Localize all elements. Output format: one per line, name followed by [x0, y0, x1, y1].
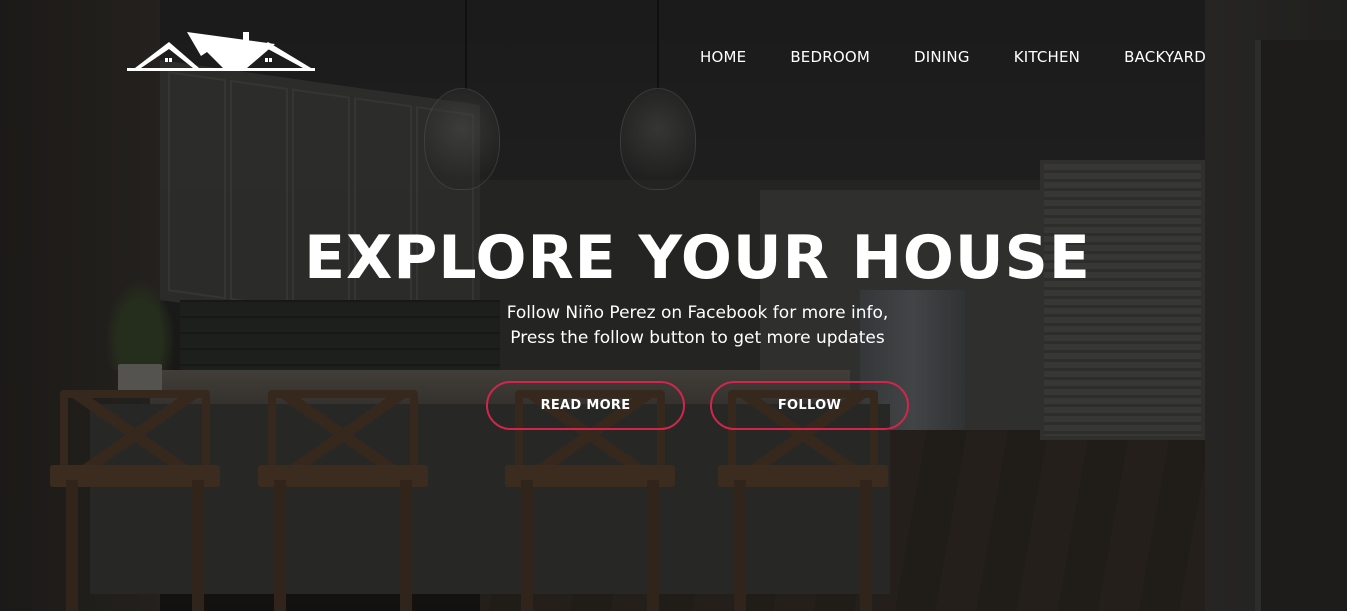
- hero-subtitle: Follow Niño Perez on Facebook for more i…: [24, 301, 1347, 351]
- nav-bedroom[interactable]: BEDROOM: [790, 46, 870, 68]
- main-nav: HOME BEDROOM DINING KITCHEN BACKYARD: [656, 46, 1206, 68]
- hero-subtitle-line-1: Follow Niño Perez on Facebook for more i…: [506, 303, 889, 323]
- read-more-button[interactable]: READ MORE: [486, 381, 685, 430]
- follow-button[interactable]: FOLLOW: [710, 381, 909, 430]
- nav-backyard[interactable]: BACKYARD: [1124, 46, 1206, 68]
- hero-content: EXPLORE YOUR HOUSE Follow Niño Perez on …: [0, 220, 1347, 351]
- hero-headline: EXPLORE YOUR HOUSE: [304, 223, 1091, 293]
- hero-subtitle-line-2: Press the follow button to get more upda…: [510, 328, 885, 348]
- nav-dining[interactable]: DINING: [914, 46, 970, 68]
- hero-section: HOME BEDROOM DINING KITCHEN BACKYARD EXP…: [0, 0, 1347, 611]
- nav-home[interactable]: HOME: [700, 46, 746, 68]
- hero-buttons: READ MORE FOLLOW: [486, 381, 909, 430]
- nav-kitchen[interactable]: KITCHEN: [1014, 46, 1080, 68]
- house-roofs-logo-icon[interactable]: [127, 30, 315, 74]
